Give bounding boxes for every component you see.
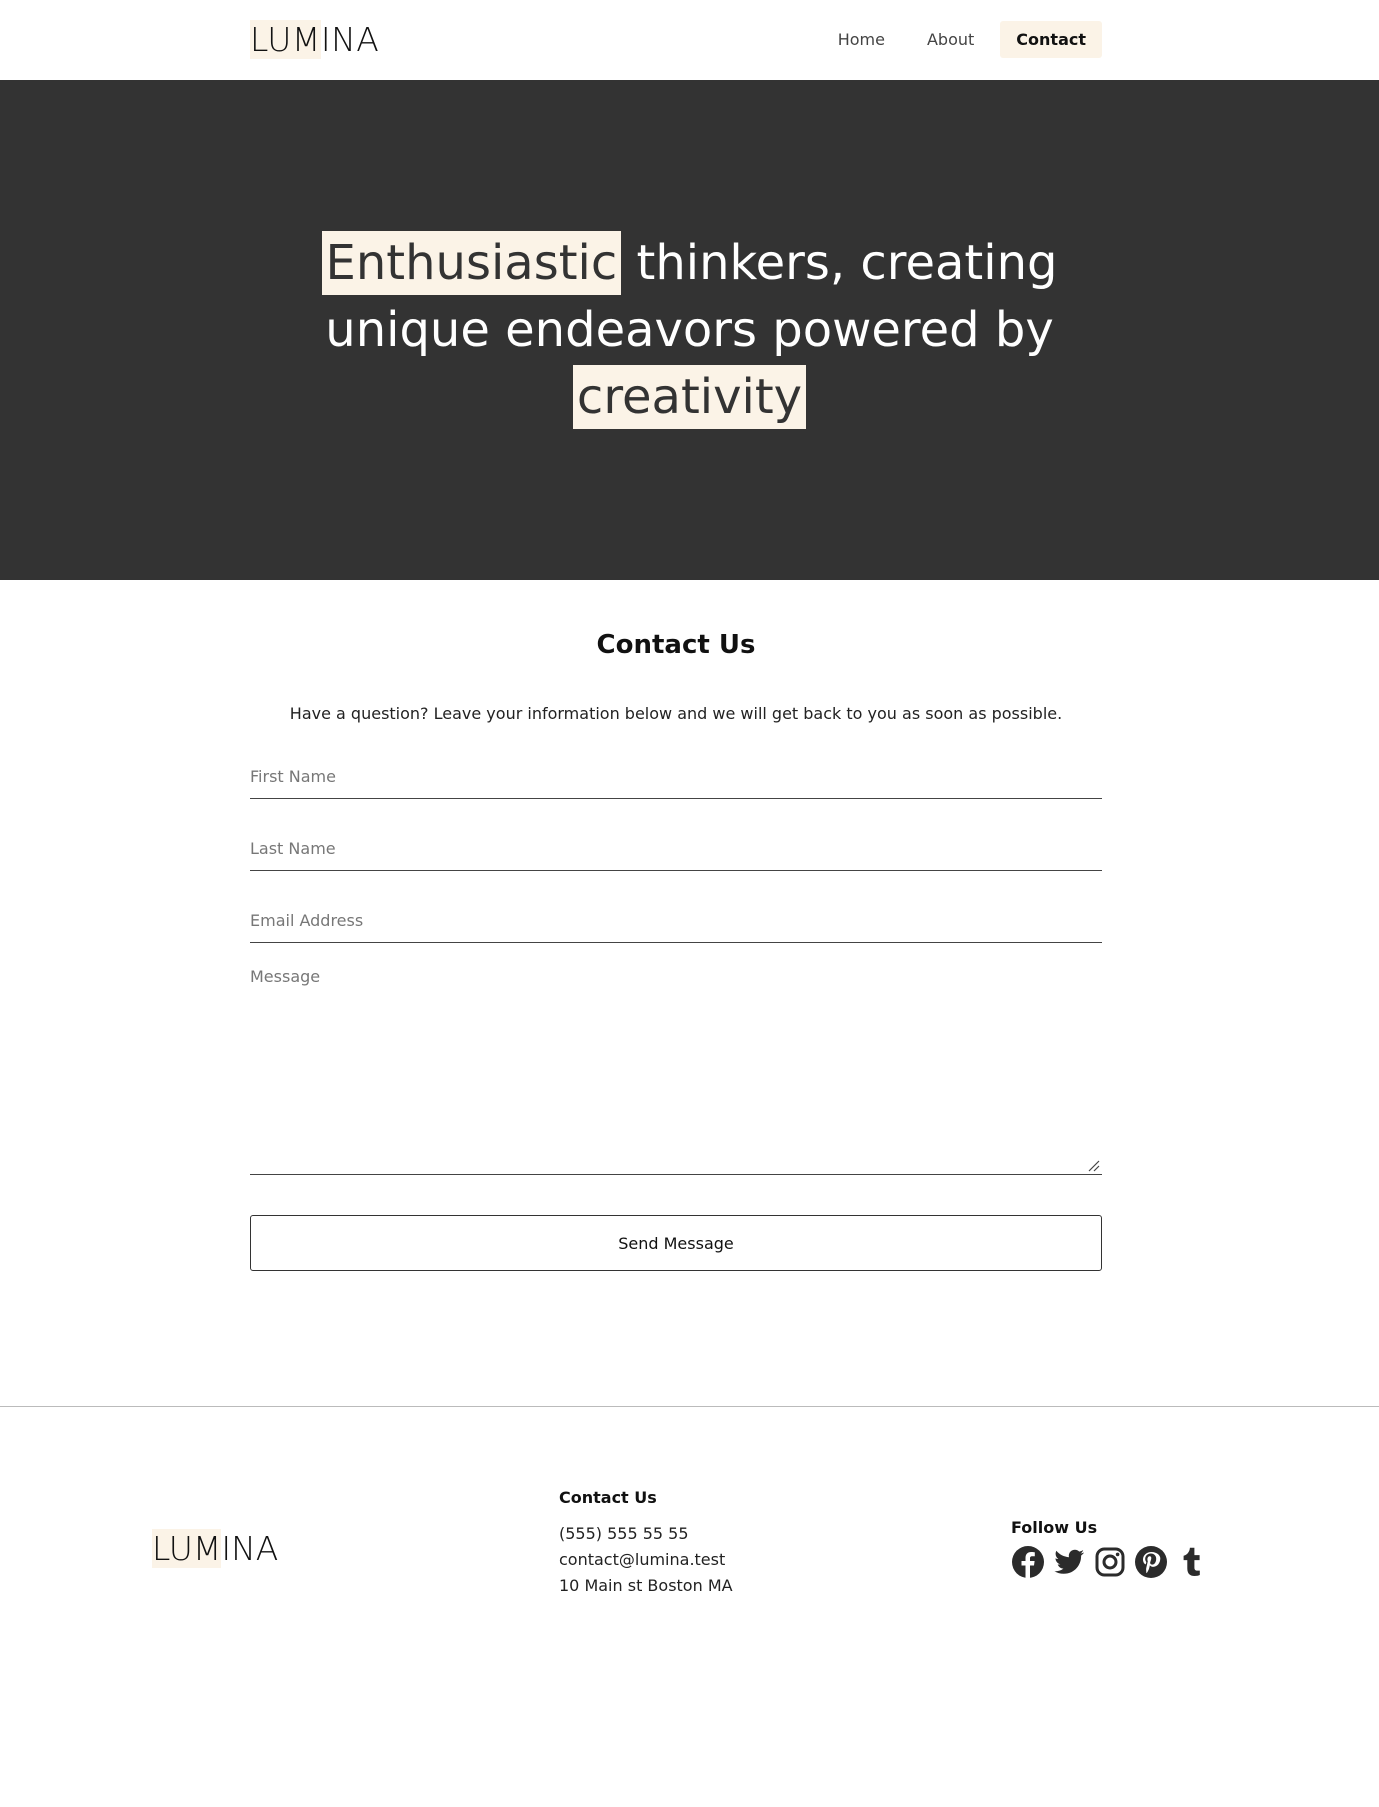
footer-contact: Contact Us (555) 555 55 55 contact@lumin… xyxy=(559,1488,733,1599)
last-name-input[interactable] xyxy=(250,839,1102,858)
site-header: LUMINA Home About Contact xyxy=(0,0,1379,80)
resize-handle-icon[interactable] xyxy=(1088,1160,1100,1172)
message-textarea[interactable] xyxy=(250,967,1102,1163)
footer-follow: Follow Us xyxy=(1011,1518,1209,1579)
hero-title: Enthusiastic thinkers, creating unique e… xyxy=(260,230,1120,431)
nav-about[interactable]: About xyxy=(911,21,990,58)
first-name-field xyxy=(250,739,1102,799)
contact-intro: Have a question? Leave your information … xyxy=(289,704,1063,723)
twitter-icon[interactable] xyxy=(1052,1545,1086,1579)
footer-logo-part2: INA xyxy=(221,1529,279,1568)
footer-phone[interactable]: (555) 555 55 55 xyxy=(559,1521,733,1547)
facebook-icon[interactable] xyxy=(1011,1545,1045,1579)
site-logo[interactable]: LUMINA xyxy=(250,20,379,60)
contact-title: Contact Us xyxy=(596,630,756,660)
tumblr-icon[interactable] xyxy=(1175,1545,1209,1579)
footer-contact-title: Contact Us xyxy=(559,1488,657,1507)
email-input[interactable] xyxy=(250,911,1102,930)
message-field xyxy=(250,943,1102,1175)
main-nav: Home About Contact xyxy=(822,20,1102,58)
social-links xyxy=(1011,1545,1209,1579)
footer-logo[interactable]: LUMINA xyxy=(152,1529,278,1569)
send-message-button[interactable]: Send Message xyxy=(250,1215,1102,1271)
hero-highlight-2: creativity xyxy=(572,364,807,429)
nav-home[interactable]: Home xyxy=(822,21,901,58)
instagram-icon[interactable] xyxy=(1093,1545,1127,1579)
footer-address: 10 Main st Boston MA xyxy=(559,1576,733,1595)
logo-part2: INA xyxy=(320,20,380,59)
email-field xyxy=(250,871,1102,943)
footer-divider xyxy=(0,1406,1379,1407)
pinterest-icon[interactable] xyxy=(1134,1545,1168,1579)
nav-contact[interactable]: Contact xyxy=(1000,20,1102,58)
contact-section: Contact Us Have a question? Leave your i… xyxy=(250,580,1102,1271)
first-name-input[interactable] xyxy=(250,767,1102,786)
hero-section: Enthusiastic thinkers, creating unique e… xyxy=(0,80,1379,580)
footer-email[interactable]: contact@lumina.test xyxy=(559,1547,733,1573)
last-name-field xyxy=(250,799,1102,871)
hero-highlight-1: Enthusiastic xyxy=(321,230,622,295)
logo-part1: LUM xyxy=(250,20,321,59)
footer-logo-part1: LUM xyxy=(152,1529,222,1568)
follow-title: Follow Us xyxy=(1011,1518,1098,1537)
